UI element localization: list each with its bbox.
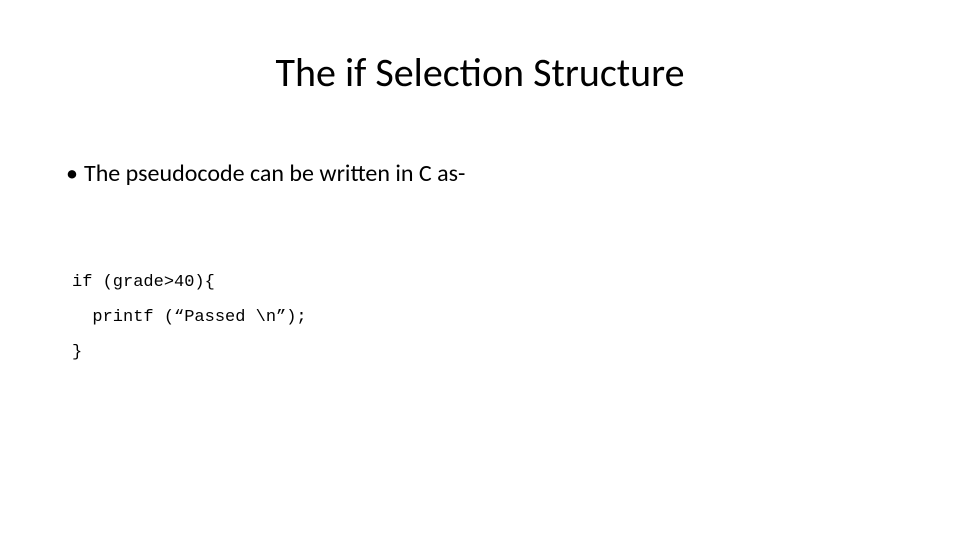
code-line: printf (“Passed \n”); (72, 308, 307, 327)
bullet-marker: • (66, 158, 84, 189)
code-line: } (72, 343, 82, 362)
bullet-text: The pseudocode can be written in C as- (84, 158, 465, 189)
code-block: if (grade>40){ printf (“Passed \n”); } (72, 231, 900, 370)
slide: The if Selection Structure • The pseudoc… (0, 0, 960, 540)
code-line: if (grade>40){ (72, 273, 215, 292)
bullet-item: • The pseudocode can be written in C as- (66, 158, 900, 189)
slide-body: • The pseudocode can be written in C as-… (66, 158, 900, 371)
slide-title: The if Selection Structure (0, 48, 960, 97)
